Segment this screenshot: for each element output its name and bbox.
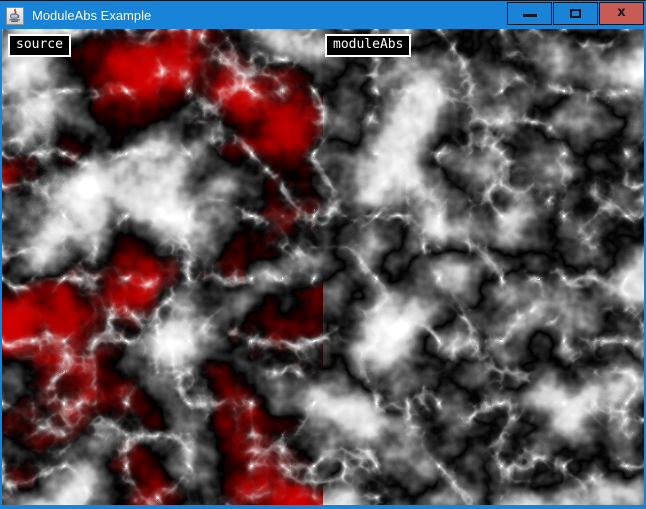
maximize-button[interactable] xyxy=(553,2,598,25)
panel-source-image xyxy=(2,29,323,505)
close-button[interactable]: x xyxy=(599,2,644,25)
java-coffee-icon[interactable] xyxy=(6,7,24,25)
java-coffee-glyph xyxy=(7,8,23,24)
source-label: source xyxy=(8,34,71,57)
maximize-icon xyxy=(570,9,581,18)
window-title: ModuleAbs Example xyxy=(32,8,151,23)
minimize-icon xyxy=(523,14,537,17)
titlebar[interactable]: ModuleAbs Example x xyxy=(0,2,646,29)
window: ModuleAbs Example x xyxy=(0,0,646,509)
content-area: source moduleAbs xyxy=(2,29,644,505)
close-icon: x xyxy=(617,6,625,19)
minimize-button[interactable] xyxy=(507,2,552,25)
noise-texture xyxy=(2,29,644,505)
moduleabs-label: moduleAbs xyxy=(325,34,411,57)
window-controls: x xyxy=(507,2,644,26)
